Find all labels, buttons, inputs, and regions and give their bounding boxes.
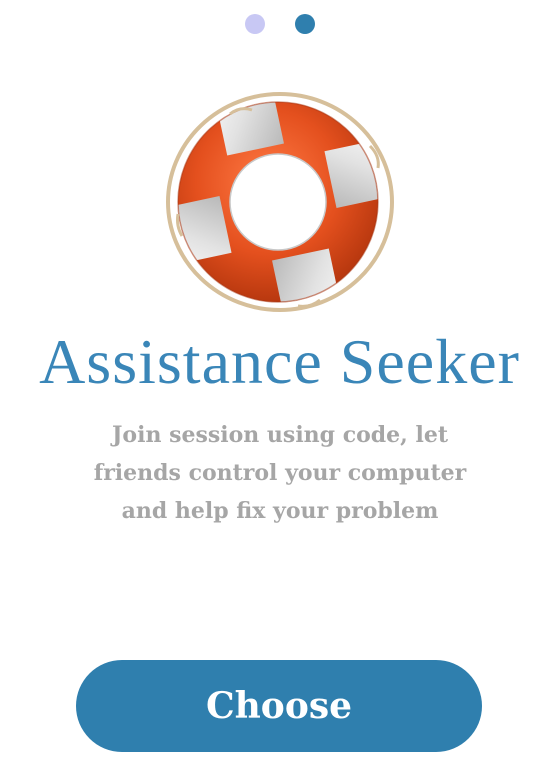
- page-indicator: [0, 14, 559, 34]
- page-title: Assistance Seeker: [39, 326, 520, 397]
- description-text: Join session using code, let friends con…: [93, 422, 467, 524]
- lifebuoy-icon: [160, 86, 400, 318]
- page-dot-2-active[interactable]: [294, 14, 315, 34]
- page-dot-1[interactable]: [244, 14, 265, 34]
- choose-button[interactable]: Choose: [76, 660, 482, 752]
